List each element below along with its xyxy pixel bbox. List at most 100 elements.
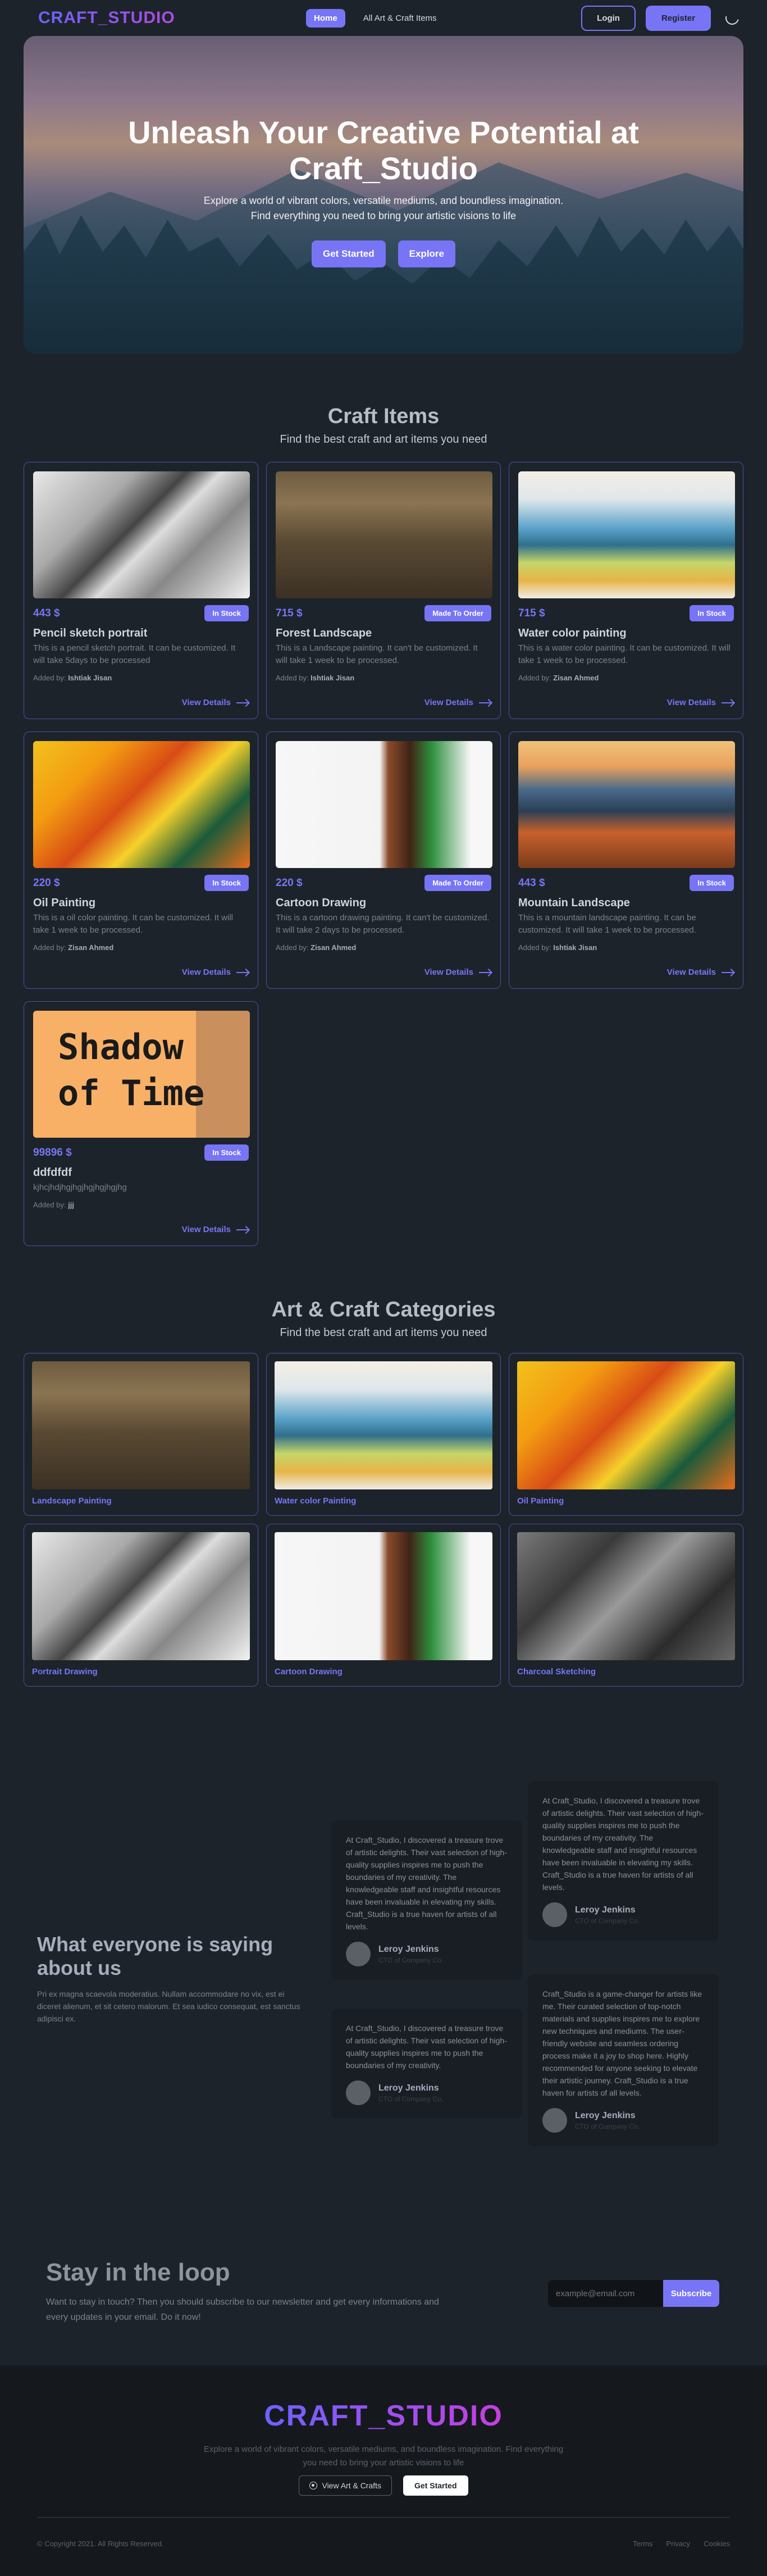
footer-get-started-button[interactable]: Get Started [403, 2475, 468, 2496]
nav-actions: Login Register [581, 5, 740, 31]
view-details-link[interactable]: View Details [518, 698, 734, 707]
card-title: Mountain Landscape [518, 897, 630, 909]
testimonial-text: At Craft_Studio, I discovered a treasure… [346, 1836, 507, 1931]
nav-links: Home All Art & Craft Items [306, 9, 445, 28]
added-by: Added by: Zisan Ahmed [33, 943, 114, 952]
craft-card: 443 $ In Stock Mountain Landscape This is… [509, 732, 743, 989]
arrow-right-icon [722, 971, 734, 973]
avatar [346, 2080, 371, 2105]
card-title: Water color painting [518, 627, 627, 639]
category-card[interactable]: Cartoon Drawing [266, 1524, 501, 1687]
arrow-right-icon [236, 1229, 249, 1230]
testimonial-card: Craft_Studio is a game-changer for artis… [528, 1974, 719, 2146]
testimonial-text: Craft_Studio is a game-changer for artis… [542, 1989, 702, 2097]
cookies-link[interactable]: Cookies [704, 2539, 730, 2548]
footer-links: Terms Privacy Cookies [633, 2539, 730, 2548]
footer-description: Explore a world of vibrant colors, versa… [203, 2445, 564, 2468]
craft-card: 715 $ In Stock Water color painting This … [509, 462, 743, 719]
hero-banner: Unleash Your Creative Potential at Craft… [24, 36, 743, 354]
categories-heading: Art & Craft Categories Find the best cra… [0, 1298, 767, 1339]
arrow-right-icon [236, 702, 249, 703]
category-image [32, 1361, 250, 1489]
footer: CRAFT_STUDIO Explore a world of vibrant … [0, 2365, 767, 2576]
category-card[interactable]: Oil Painting [509, 1353, 743, 1516]
craft-image[interactable] [33, 471, 250, 598]
footer-actions: View Art & Crafts Get Started [0, 2475, 767, 2496]
testimonials-text: Pri ex magna scaevola moderatius. Nullam… [37, 1989, 300, 2023]
added-by: Added by: Ishtiak Jisan [33, 674, 112, 682]
nav-link-home[interactable]: Home [306, 9, 345, 28]
view-details-link[interactable]: View Details [276, 698, 491, 707]
category-image [517, 1361, 735, 1489]
status-badge: In Stock [204, 1144, 249, 1161]
craft-image[interactable] [518, 471, 735, 598]
subscribe-form: Subscribe [548, 2280, 719, 2307]
register-button[interactable]: Register [645, 5, 711, 31]
card-description: This is a Landscape painting. It can't b… [276, 643, 478, 665]
craft-image[interactable] [33, 741, 250, 868]
category-card[interactable]: Charcoal Sketching [509, 1524, 743, 1687]
login-button[interactable]: Login [581, 5, 636, 31]
category-card[interactable]: Landscape Painting [24, 1353, 258, 1516]
card-description: This is a oil color painting. It can be … [33, 913, 233, 935]
view-details-link[interactable]: View Details [33, 967, 249, 977]
testimonials-title: What everyone is saying about us [37, 1933, 273, 1979]
price: 443 $ [518, 876, 545, 889]
view-art-crafts-button[interactable]: View Art & Crafts [299, 2475, 392, 2496]
get-started-button[interactable]: Get Started [312, 240, 386, 267]
hero-actions: Get Started Explore [24, 240, 743, 267]
category-label: Charcoal Sketching [517, 1667, 596, 1677]
hero-subtitle: Explore a world of vibrant colors, versa… [203, 195, 564, 221]
card-description: This is a mountain landscape painting. I… [518, 913, 696, 935]
craft-card: 220 $ Made To Order Cartoon Drawing This … [266, 732, 501, 989]
price: 715 $ [518, 607, 545, 619]
view-details-link[interactable]: View Details [276, 967, 491, 977]
status-badge: In Stock [204, 875, 249, 891]
category-card[interactable]: Water color Painting [266, 1353, 501, 1516]
explore-button[interactable]: Explore [398, 240, 455, 267]
privacy-link[interactable]: Privacy [666, 2539, 690, 2548]
arrow-right-icon [236, 971, 249, 973]
craft-image[interactable] [276, 741, 492, 868]
site-logo[interactable]: CRAFT_STUDIO [38, 8, 175, 28]
testimonials-intro: What everyone is saying about us Pri ex … [37, 1933, 301, 2025]
arrow-right-icon [479, 702, 491, 703]
circle-dot-icon [309, 2482, 318, 2489]
subscribe-button[interactable]: Subscribe [663, 2280, 719, 2307]
navbar: CRAFT_STUDIO Home All Art & Craft Items … [0, 0, 767, 36]
craft-image[interactable]: Shadow of Time [33, 1011, 250, 1138]
card-description: This is a cartoon drawing painting. It c… [276, 913, 490, 935]
author-name: Leroy Jenkins [575, 1905, 636, 1915]
section-title: Craft Items [327, 405, 440, 428]
category-label: Portrait Drawing [32, 1667, 98, 1677]
craft-image[interactable] [276, 471, 492, 598]
category-card[interactable]: Portrait Drawing [24, 1524, 258, 1687]
view-details-link[interactable]: View Details [33, 1225, 249, 1234]
hero-title: Unleash Your Creative Potential at Craft… [128, 115, 639, 186]
added-by: Added by: Zisan Ahmed [276, 943, 357, 952]
category-image [275, 1532, 492, 1660]
email-input[interactable] [548, 2280, 663, 2307]
moon-icon[interactable] [724, 10, 740, 26]
card-title: Cartoon Drawing [276, 897, 367, 909]
card-description: This is a water color painting. It can b… [518, 643, 731, 665]
card-title: Forest Landscape [276, 627, 372, 639]
card-title: Oil Painting [33, 897, 96, 909]
category-label: Oil Painting [517, 1496, 564, 1506]
divider [37, 2517, 730, 2518]
craft-image[interactable] [518, 741, 735, 868]
status-badge: Made To Order [424, 875, 491, 891]
nav-link-all-items[interactable]: All Art & Craft Items [355, 9, 445, 28]
arrow-right-icon [479, 971, 491, 973]
card-title: ddfdfdf [33, 1166, 72, 1179]
avatar [542, 2108, 567, 2133]
price: 443 $ [33, 607, 60, 619]
terms-link[interactable]: Terms [633, 2539, 652, 2548]
testimonial-text: At Craft_Studio, I discovered a treasure… [542, 1796, 704, 1892]
view-details-link[interactable]: View Details [33, 698, 249, 707]
view-details-link[interactable]: View Details [518, 967, 734, 977]
category-image [517, 1532, 735, 1660]
section-subtitle: Find the best craft and art items you ne… [280, 433, 487, 446]
price: 99896 $ [33, 1146, 72, 1158]
category-image [275, 1361, 492, 1489]
